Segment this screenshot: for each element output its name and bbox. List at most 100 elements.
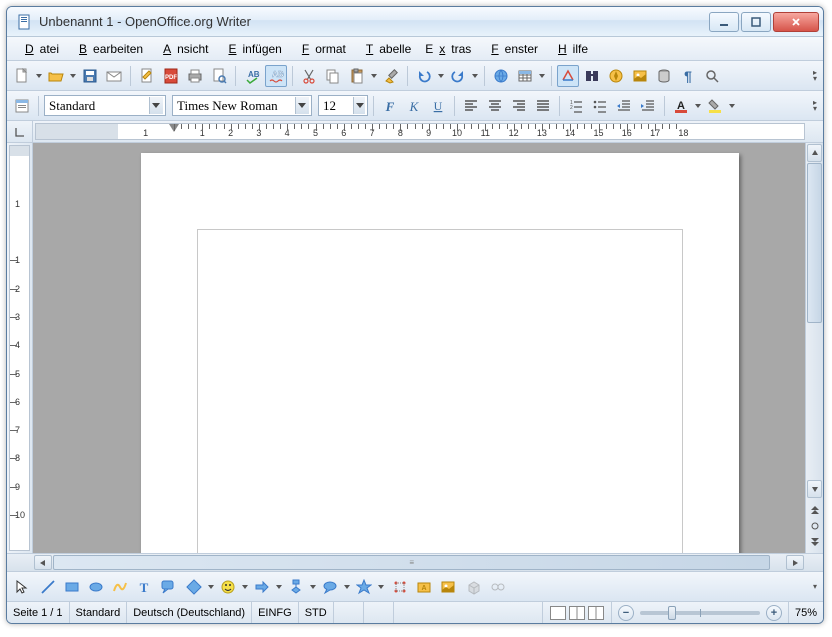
print-preview-icon[interactable] <box>208 65 230 87</box>
redo-dropdown[interactable] <box>471 74 479 78</box>
view-book-icon[interactable] <box>588 606 604 620</box>
indent-increase-icon[interactable] <box>637 95 659 117</box>
menu-fenster[interactable]: Fenster <box>479 40 544 58</box>
font-name-dropdown[interactable] <box>295 97 309 114</box>
extrusion-icon[interactable] <box>463 576 485 598</box>
vertical-scrollbar[interactable] <box>805 143 823 553</box>
font-name-combo[interactable] <box>172 95 312 116</box>
data-sources-icon[interactable] <box>653 65 675 87</box>
table-insert-icon[interactable] <box>514 65 536 87</box>
callout-shapes-dropdown[interactable] <box>343 585 351 589</box>
font-size-dropdown[interactable] <box>353 97 365 114</box>
scroll-left-button[interactable] <box>34 555 52 570</box>
paste-dropdown[interactable] <box>370 74 378 78</box>
select-arrow-icon[interactable] <box>11 576 33 598</box>
align-right-icon[interactable] <box>508 95 530 117</box>
freeform-icon[interactable] <box>109 576 131 598</box>
horizontal-scrollbar[interactable]: ≡ <box>7 553 823 571</box>
underline-icon[interactable]: U <box>427 95 449 117</box>
export-pdf-icon[interactable]: PDF <box>160 65 182 87</box>
status-zoom-pct[interactable]: 75% <box>789 602 823 623</box>
gallery-icon[interactable] <box>629 65 651 87</box>
hscroll-thumb[interactable]: ≡ <box>53 555 770 570</box>
new-doc-icon[interactable] <box>11 65 33 87</box>
interaction-icon[interactable] <box>487 576 509 598</box>
paragraph-style-combo[interactable] <box>44 95 166 116</box>
ellipse-icon[interactable] <box>85 576 107 598</box>
paste-icon[interactable] <box>346 65 368 87</box>
paragraph-style-input[interactable] <box>49 98 149 114</box>
hscroll-track[interactable]: ≡ <box>53 555 785 570</box>
basic-shapes-dropdown[interactable] <box>207 585 215 589</box>
flowchart-icon[interactable] <box>285 576 307 598</box>
status-selection-mode[interactable]: STD <box>299 602 334 623</box>
align-justify-icon[interactable] <box>532 95 554 117</box>
arrow-shapes-dropdown[interactable] <box>275 585 283 589</box>
maximize-button[interactable] <box>741 12 771 32</box>
menu-datei[interactable]: Datei <box>13 40 65 58</box>
status-language[interactable]: Deutsch (Deutschland) <box>127 602 252 623</box>
scroll-right-button[interactable] <box>786 555 804 570</box>
spellcheck-icon[interactable]: ABC <box>241 65 263 87</box>
copy-icon[interactable] <box>322 65 344 87</box>
rectangle-icon[interactable] <box>61 576 83 598</box>
basic-shapes-icon[interactable] <box>183 576 205 598</box>
align-center-icon[interactable] <box>484 95 506 117</box>
zoom-slider-knob[interactable] <box>668 606 676 620</box>
menu-extras[interactable]: Extras <box>419 40 477 58</box>
navigator-icon[interactable] <box>605 65 627 87</box>
line-icon[interactable] <box>37 576 59 598</box>
menu-format[interactable]: Format <box>290 40 352 58</box>
vscroll-track[interactable] <box>807 163 822 479</box>
highlight-dropdown[interactable] <box>728 104 736 108</box>
styles-window-icon[interactable] <box>11 95 33 117</box>
edit-doc-icon[interactable] <box>136 65 158 87</box>
horizontal-ruler[interactable]: 1234567891011121314151617181 <box>35 123 805 140</box>
zoom-slider[interactable] <box>640 611 760 615</box>
cut-icon[interactable] <box>298 65 320 87</box>
menu-hilfe[interactable]: Hilfe <box>546 40 594 58</box>
bulleted-list-icon[interactable] <box>589 95 611 117</box>
nonprinting-icon[interactable]: ¶ <box>677 65 699 87</box>
arrow-shapes-icon[interactable] <box>251 576 273 598</box>
star-shapes-dropdown[interactable] <box>377 585 385 589</box>
open-icon[interactable] <box>45 65 67 87</box>
menu-bearbeiten[interactable]: Bearbeiten <box>67 40 149 58</box>
auto-spellcheck-icon[interactable]: ABC <box>265 65 287 87</box>
vscroll-thumb[interactable] <box>807 163 822 323</box>
view-layout-icons[interactable] <box>543 602 612 623</box>
font-size-combo[interactable] <box>318 95 368 116</box>
bold-icon[interactable]: F <box>379 95 401 117</box>
font-name-input[interactable] <box>177 98 295 114</box>
menu-ansicht[interactable]: Ansicht <box>151 40 214 58</box>
save-icon[interactable] <box>79 65 101 87</box>
show-draw-icon[interactable] <box>557 65 579 87</box>
zoom-icon[interactable] <box>701 65 723 87</box>
toolbar-overflow-icon[interactable]: ▸▾ <box>809 65 821 87</box>
text-icon[interactable]: T <box>133 576 155 598</box>
indent-decrease-icon[interactable] <box>613 95 635 117</box>
minimize-button[interactable] <box>709 12 739 32</box>
view-multi-icon[interactable] <box>569 606 585 620</box>
menu-einfuegen[interactable]: Einfügen <box>216 40 287 58</box>
new-doc-dropdown[interactable] <box>35 74 43 78</box>
highlight-icon[interactable] <box>704 95 726 117</box>
flowchart-dropdown[interactable] <box>309 585 317 589</box>
zoom-out-button[interactable]: − <box>618 605 634 621</box>
status-style[interactable]: Standard <box>70 602 128 623</box>
format-toolbar-overflow-icon[interactable]: ▸▾ <box>809 95 821 117</box>
undo-icon[interactable] <box>413 65 435 87</box>
zoom-in-button[interactable]: + <box>766 605 782 621</box>
nav-next-icon[interactable] <box>808 535 822 549</box>
table-dropdown[interactable] <box>538 74 546 78</box>
print-icon[interactable] <box>184 65 206 87</box>
drawing-toolbar-overflow-icon[interactable]: ▾ <box>809 576 821 598</box>
view-single-icon[interactable] <box>550 606 566 620</box>
status-signature[interactable] <box>364 602 394 623</box>
symbol-shapes-dropdown[interactable] <box>241 585 249 589</box>
symbol-shapes-icon[interactable] <box>217 576 239 598</box>
font-color-icon[interactable]: A <box>670 95 692 117</box>
menu-tabelle[interactable]: Tabelle <box>354 40 417 58</box>
nav-prev-icon[interactable] <box>808 503 822 517</box>
italic-icon[interactable]: K <box>403 95 425 117</box>
